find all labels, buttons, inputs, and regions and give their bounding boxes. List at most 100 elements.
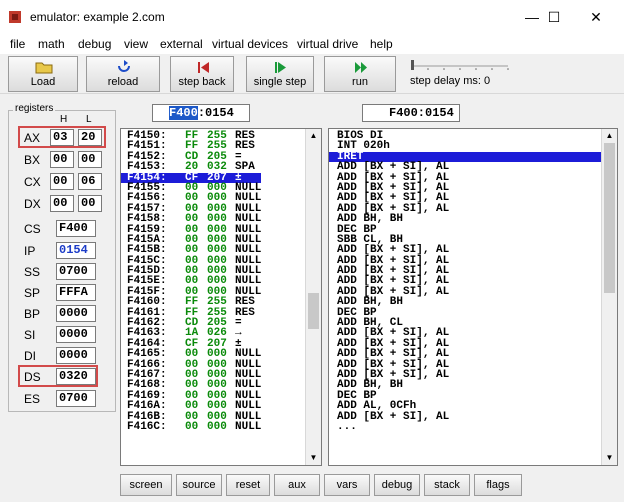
menu-file[interactable]: file xyxy=(10,37,25,51)
register-si-value[interactable]: 0000 xyxy=(56,326,96,343)
folder-open-icon xyxy=(35,62,53,74)
single-step-icon xyxy=(275,62,286,73)
memory-decimal: 000 xyxy=(207,420,227,433)
step-back-label: step back xyxy=(178,76,226,88)
address-segment-selected: F400 xyxy=(169,106,198,120)
ds-highlight-frame xyxy=(18,365,98,387)
menu-virtual-devices[interactable]: virtual devices xyxy=(212,37,288,51)
memory-hex: 00 xyxy=(185,420,199,433)
single-step-button[interactable]: single step xyxy=(246,56,314,92)
disassembly-list: BIOS DI INT 020h IRET ADD [BX + SI], AL ADD … xyxy=(329,130,601,433)
memory-address: F416C: xyxy=(127,420,167,433)
disassembly-address-field[interactable]: F400:0154 xyxy=(362,104,460,122)
memory-char: NULL xyxy=(235,400,262,413)
memory-decimal: 000 xyxy=(207,400,227,413)
register-cs-value[interactable]: F400 xyxy=(56,220,96,237)
menu-external[interactable]: external xyxy=(160,37,203,51)
disassembly-row[interactable]: ADD [BX + SI], AL xyxy=(329,411,601,422)
register-ch-value[interactable]: 00 xyxy=(50,173,74,190)
menu-debug[interactable]: debug xyxy=(78,37,111,51)
memory-scrollbar[interactable]: ▲ ▼ xyxy=(305,129,321,465)
title-bar: emulator: example 2.com — ☐ ✕ xyxy=(0,0,624,34)
emulator-app-icon xyxy=(9,11,21,23)
register-si-label: SI xyxy=(24,328,36,342)
register-ip-value[interactable]: 0154 xyxy=(56,242,96,259)
scroll-thumb[interactable] xyxy=(604,143,615,293)
register-di-label: DI xyxy=(24,349,36,363)
disassembly-row[interactable]: ADD BH, BH xyxy=(329,213,601,224)
aux-button[interactable]: aux xyxy=(274,474,320,496)
reload-icon xyxy=(118,60,130,72)
high-byte-label: H xyxy=(60,114,68,125)
load-label: Load xyxy=(30,76,56,88)
reload-button[interactable]: reload xyxy=(86,56,160,92)
source-button[interactable]: source xyxy=(176,474,222,496)
close-button[interactable]: ✕ xyxy=(574,0,618,34)
register-dl-value[interactable]: 00 xyxy=(78,195,102,212)
low-byte-label: L xyxy=(86,114,92,125)
scroll-thumb[interactable] xyxy=(308,293,319,329)
screen-button[interactable]: screen xyxy=(120,474,172,496)
stack-button[interactable]: stack xyxy=(424,474,470,496)
scroll-down-arrow-icon[interactable]: ▼ xyxy=(306,451,321,465)
register-di-value[interactable]: 0000 xyxy=(56,347,96,364)
register-dh-value[interactable]: 00 xyxy=(50,195,74,212)
disassembly-row[interactable]: ... xyxy=(329,421,601,432)
memory-pane: F4150: FF 255 RES F4151: FF 255 RES F4152: CD 205 =… xyxy=(120,128,322,466)
memory-address: F4158: xyxy=(127,213,167,226)
scroll-up-arrow-icon[interactable]: ▲ xyxy=(306,129,321,143)
memory-address-field[interactable]: F400:0154 xyxy=(152,104,250,122)
disassembly-scrollbar[interactable]: ▲ ▼ xyxy=(601,129,617,465)
menu-bar: file math debug view external virtual de… xyxy=(0,34,624,54)
maximize-button[interactable]: ☐ xyxy=(532,0,576,34)
memory-row[interactable]: F4153: 20 032 SPA xyxy=(121,161,261,172)
scroll-up-arrow-icon[interactable]: ▲ xyxy=(602,129,617,143)
step-delay-slider[interactable] xyxy=(408,58,512,72)
register-cs-label: CS xyxy=(24,222,41,236)
register-ss-label: SS xyxy=(24,265,41,279)
run-button[interactable]: run xyxy=(324,56,396,92)
register-cl-value[interactable]: 06 xyxy=(78,173,102,190)
disassembly-row[interactable]: INT 020h xyxy=(329,141,601,152)
scroll-down-arrow-icon[interactable]: ▼ xyxy=(602,451,617,465)
memory-row[interactable]: F416A: 00 000 NULL xyxy=(121,400,262,413)
register-es-value[interactable]: 0700 xyxy=(56,390,96,407)
memory-row[interactable]: F416C: 00 000 NULL xyxy=(121,420,261,433)
debug-button[interactable]: debug xyxy=(374,474,420,496)
window-title: emulator: example 2.com xyxy=(30,10,165,24)
memory-list: F4150: FF 255 RES F4151: FF 255 RES F4152: CD 205 =… xyxy=(121,130,262,433)
register-sp-value[interactable]: FFFA xyxy=(56,284,96,301)
menu-view[interactable]: view xyxy=(124,37,148,51)
flags-button[interactable]: flags xyxy=(474,474,522,496)
register-ip-label: IP xyxy=(24,244,36,258)
memory-hex: 00 xyxy=(185,213,199,226)
menu-virtual-drive[interactable]: virtual drive xyxy=(297,37,358,51)
register-sp-label: SP xyxy=(24,286,41,300)
memory-address: F416A: xyxy=(127,400,167,413)
register-ss-value[interactable]: 0700 xyxy=(56,263,96,280)
single-step-label: single step xyxy=(253,76,307,88)
load-button[interactable]: Load xyxy=(8,56,78,92)
memory-row[interactable]: F4158: 00 000 NULL xyxy=(121,213,261,226)
register-bl-value[interactable]: 00 xyxy=(78,151,102,168)
memory-hex: 00 xyxy=(185,400,199,413)
toolbar: Load reload step back single step run xyxy=(0,54,624,94)
menu-math[interactable]: math xyxy=(38,37,65,51)
disassembly-row[interactable]: ADD AL, 0CFh xyxy=(329,400,601,411)
run-label: run xyxy=(352,76,368,88)
reset-button[interactable]: reset xyxy=(226,474,270,496)
register-es-label: ES xyxy=(24,392,41,406)
register-bp-value[interactable]: 0000 xyxy=(56,305,96,322)
step-delay-control: step delay ms: 0 xyxy=(404,58,512,92)
register-bh-value[interactable]: 00 xyxy=(50,151,74,168)
registers-legend: registers xyxy=(13,103,56,114)
run-icon xyxy=(355,62,367,73)
address-offset: :0154 xyxy=(197,106,234,120)
menu-help[interactable]: help xyxy=(370,37,393,51)
disassembly-row[interactable]: ADD [BX + SI], AL xyxy=(329,161,601,172)
vars-button[interactable]: vars xyxy=(324,474,370,496)
register-bp-label: BP xyxy=(24,307,41,321)
step-back-button[interactable]: step back xyxy=(170,56,234,92)
disassembly-pane: BIOS DI INT 020h IRET ADD [BX + SI], AL ADD … xyxy=(328,128,618,466)
register-dx-label: DX xyxy=(24,197,41,211)
